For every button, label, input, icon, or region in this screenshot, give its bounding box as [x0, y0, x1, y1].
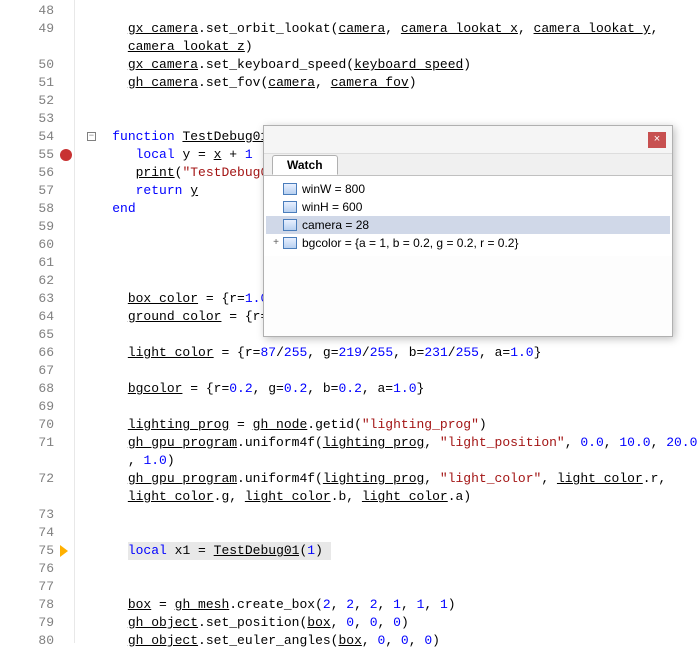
code-line[interactable]: gh_gpu_program.uniform4f(lighting_prog, …: [81, 470, 700, 488]
gutter-line[interactable]: 70: [0, 416, 74, 434]
watch-tabs: Watch: [264, 154, 672, 176]
execution-pointer-icon: [60, 545, 72, 557]
code-line[interactable]: gh_gpu_program.uniform4f(lighting_prog, …: [81, 434, 700, 452]
gutter-line[interactable]: 79: [0, 614, 74, 632]
gutter-line[interactable]: 58: [0, 200, 74, 218]
code-line[interactable]: bgcolor = {r=0.2, g=0.2, b=0.2, a=1.0}: [81, 380, 700, 398]
gutter-line[interactable]: [0, 38, 74, 56]
gutter-line[interactable]: 74: [0, 524, 74, 542]
code-line[interactable]: gh_object.set_position(box, 0, 0, 0): [81, 614, 700, 632]
code-line[interactable]: camera_lookat_z): [81, 38, 700, 56]
variable-icon: [282, 182, 298, 196]
gutter-line[interactable]: 55: [0, 146, 74, 164]
watch-text: camera = 28: [302, 216, 369, 234]
watch-row[interactable]: winH = 600: [266, 198, 670, 216]
watch-text: winW = 800: [302, 180, 365, 198]
gutter-line[interactable]: 52: [0, 92, 74, 110]
gutter-line[interactable]: 65: [0, 326, 74, 344]
variable-icon: [282, 236, 298, 250]
fold-toggle-icon[interactable]: −: [87, 132, 96, 141]
gutter-line[interactable]: 57: [0, 182, 74, 200]
gutter-line[interactable]: 49: [0, 20, 74, 38]
variable-icon: [282, 200, 298, 214]
code-line[interactable]: , 1.0): [81, 452, 700, 470]
code-line[interactable]: [81, 362, 700, 380]
gutter-line[interactable]: 63: [0, 290, 74, 308]
gutter-line[interactable]: 76: [0, 560, 74, 578]
close-button[interactable]: ×: [648, 132, 666, 148]
gutter-line[interactable]: 78: [0, 596, 74, 614]
gutter-line[interactable]: 60: [0, 236, 74, 254]
gutter[interactable]: 4849 505152535455565758596061626364656667…: [0, 0, 75, 643]
watch-body: winW = 800winH = 600camera = 28 + bgcolor …: [264, 176, 672, 256]
gutter-line[interactable]: 62: [0, 272, 74, 290]
code-line[interactable]: gx_camera.set_keyboard_speed(keyboard_sp…: [81, 56, 700, 74]
gutter-line[interactable]: 73: [0, 506, 74, 524]
code-line[interactable]: [81, 92, 700, 110]
gutter-line[interactable]: [0, 488, 74, 506]
gutter-line[interactable]: 64: [0, 308, 74, 326]
gutter-line[interactable]: 48: [0, 2, 74, 20]
gutter-line[interactable]: 51: [0, 74, 74, 92]
gutter-line[interactable]: 56: [0, 164, 74, 182]
gutter-line[interactable]: 61: [0, 254, 74, 272]
gutter-line[interactable]: 72: [0, 470, 74, 488]
code-line[interactable]: light_color = {r=87/255, g=219/255, b=23…: [81, 344, 700, 362]
watch-tab[interactable]: Watch: [272, 155, 338, 175]
code-line[interactable]: [81, 578, 700, 596]
code-line[interactable]: gh_camera.set_fov(camera, camera_fov): [81, 74, 700, 92]
watch-text: bgcolor = {a = 1, b = 0.2, g = 0.2, r = …: [302, 234, 519, 252]
gutter-line[interactable]: [0, 452, 74, 470]
gutter-line[interactable]: 71: [0, 434, 74, 452]
watch-titlebar[interactable]: ×: [264, 126, 672, 154]
gutter-line[interactable]: 53: [0, 110, 74, 128]
gutter-line[interactable]: 75: [0, 542, 74, 560]
breakpoint-icon[interactable]: [60, 149, 72, 161]
gutter-line[interactable]: 67: [0, 362, 74, 380]
code-line[interactable]: [81, 524, 700, 542]
watch-row[interactable]: + bgcolor = {a = 1, b = 0.2, g = 0.2, r =…: [266, 234, 670, 252]
code-line[interactable]: gx_camera.set_orbit_lookat(camera, camer…: [81, 20, 700, 38]
gutter-line[interactable]: 50: [0, 56, 74, 74]
gutter-line[interactable]: 69: [0, 398, 74, 416]
code-line[interactable]: [81, 398, 700, 416]
gutter-line[interactable]: 66: [0, 344, 74, 362]
code-line[interactable]: [81, 506, 700, 524]
gutter-line[interactable]: 68: [0, 380, 74, 398]
watch-row[interactable]: winW = 800: [266, 180, 670, 198]
expand-icon[interactable]: +: [270, 234, 282, 252]
code-line[interactable]: [81, 2, 700, 20]
watch-text: winH = 600: [302, 198, 362, 216]
watch-window[interactable]: × Watch winW = 800winH = 600camera = 28+…: [263, 125, 673, 337]
gutter-line[interactable]: 80: [0, 632, 74, 650]
gutter-line[interactable]: 54: [0, 128, 74, 146]
code-line[interactable]: local x1 = TestDebug01(1): [81, 542, 700, 560]
gutter-line[interactable]: 59: [0, 218, 74, 236]
code-line[interactable]: gh_object.set_euler_angles(box, 0, 0, 0): [81, 632, 700, 650]
code-line[interactable]: box = gh_mesh.create_box(2, 2, 2, 1, 1, …: [81, 596, 700, 614]
variable-icon: [282, 218, 298, 232]
gutter-line[interactable]: 77: [0, 578, 74, 596]
code-line[interactable]: lighting_prog = gh_node.getid("lighting_…: [81, 416, 700, 434]
watch-row[interactable]: camera = 28: [266, 216, 670, 234]
code-line[interactable]: light_color.g, light_color.b, light_colo…: [81, 488, 700, 506]
code-line[interactable]: [81, 560, 700, 578]
